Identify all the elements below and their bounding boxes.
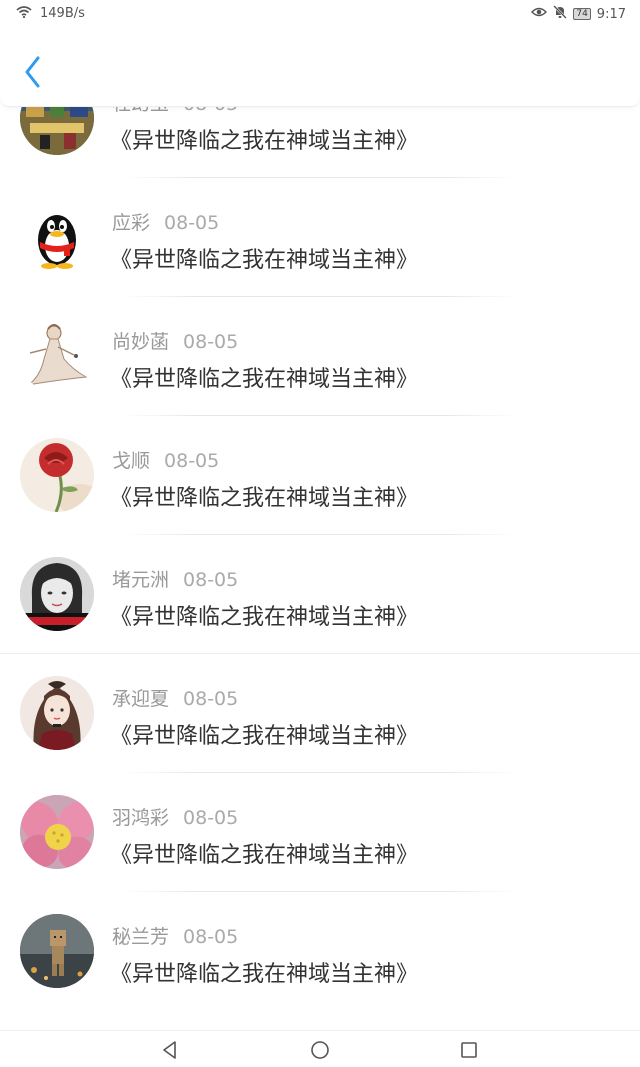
book-title[interactable]: 《异世降临之我在神域当主神》 bbox=[110, 837, 418, 869]
header bbox=[0, 28, 640, 107]
comment-date: 08-05 bbox=[183, 807, 239, 829]
user-name: 戈顺 bbox=[112, 450, 151, 472]
status-left: 149B/s bbox=[16, 5, 85, 22]
comment-date: 08-05 bbox=[164, 450, 220, 472]
avatar[interactable] bbox=[20, 795, 94, 869]
user-name: 羽鸿彩 bbox=[112, 807, 170, 829]
comment-meta: 戈顺 08-05 bbox=[112, 446, 219, 473]
comment-date: 08-05 bbox=[183, 331, 239, 353]
avatar[interactable] bbox=[20, 200, 94, 274]
comment-meta: 应彩 08-05 bbox=[112, 208, 219, 235]
book-title[interactable]: 《异世降临之我在神域当主神》 bbox=[110, 480, 418, 512]
list-item[interactable]: 应彩 08-05 《异世降临之我在神域当主神》 bbox=[0, 178, 640, 297]
user-name: 尚妙菡 bbox=[112, 331, 170, 353]
chevron-left-icon bbox=[25, 56, 40, 88]
comment-meta: 秘兰芳 08-05 bbox=[112, 922, 238, 949]
nav-back-button[interactable] bbox=[159, 1039, 181, 1061]
comment-meta: 承迎夏 08-05 bbox=[112, 684, 238, 711]
eye-icon bbox=[531, 6, 548, 22]
avatar[interactable] bbox=[20, 914, 94, 988]
network-speed: 149B/s bbox=[40, 6, 85, 21]
list-item[interactable]: 承迎夏 08-05 《异世降临之我在神域当主神》 bbox=[0, 654, 640, 773]
nav-recents-button[interactable] bbox=[458, 1039, 480, 1061]
battery-icon: 74 bbox=[573, 8, 591, 20]
nav-home-button[interactable] bbox=[309, 1039, 331, 1061]
nav-home-icon bbox=[311, 1041, 329, 1059]
status-right: 74 9:17 bbox=[531, 5, 626, 23]
comment-meta: 羽鸿彩 08-05 bbox=[112, 803, 238, 830]
user-name: 堵元洲 bbox=[112, 569, 170, 591]
nav-recents-icon bbox=[461, 1042, 477, 1058]
book-title[interactable]: 《异世降临之我在神域当主神》 bbox=[110, 361, 418, 393]
comment-meta: 堵元洲 08-05 bbox=[112, 565, 238, 592]
mute-icon bbox=[553, 5, 568, 23]
comment-meta: 尚妙菡 08-05 bbox=[112, 327, 238, 354]
comment-date: 08-05 bbox=[183, 926, 239, 948]
list-item[interactable]: 堵元洲 08-05 《异世降临之我在神域当主神》 bbox=[0, 535, 640, 654]
list-item[interactable]: 尚妙菡 08-05 《异世降临之我在神域当主神》 bbox=[0, 297, 640, 416]
back-button[interactable] bbox=[18, 52, 50, 92]
comment-list: 杜幻玉08-05 《异世降临之我在神域当主神》 bbox=[0, 81, 640, 1011]
avatar[interactable] bbox=[20, 438, 94, 512]
nav-back-icon bbox=[163, 1041, 176, 1059]
comment-date: 08-05 bbox=[164, 212, 220, 234]
user-name: 应彩 bbox=[112, 212, 151, 234]
comment-date: 08-05 bbox=[183, 688, 239, 710]
list-item[interactable]: 秘兰芳 08-05 《异世降临之我在神域当主神》 bbox=[0, 892, 640, 1011]
book-title[interactable]: 《异世降临之我在神域当主神》 bbox=[110, 599, 418, 631]
comment-date: 08-05 bbox=[183, 569, 239, 591]
book-title[interactable]: 《异世降临之我在神域当主神》 bbox=[110, 718, 418, 750]
avatar[interactable] bbox=[20, 319, 94, 393]
status-time: 9:17 bbox=[596, 6, 626, 22]
book-title[interactable]: 《异世降临之我在神域当主神》 bbox=[110, 242, 418, 274]
status-bar: 149B/s 74 9:17 bbox=[0, 0, 640, 28]
list-item[interactable]: 羽鸿彩 08-05 《异世降临之我在神域当主神》 bbox=[0, 773, 640, 892]
book-title[interactable]: 《异世降临之我在神域当主神》 bbox=[110, 123, 418, 155]
screen: 149B/s 74 9:17 《异世降临之我在神域当主神》 应彩 08-05 《… bbox=[0, 0, 640, 1067]
user-name: 秘兰芳 bbox=[112, 926, 170, 948]
avatar[interactable] bbox=[20, 676, 94, 750]
system-nav-bar bbox=[0, 1030, 640, 1067]
avatar[interactable] bbox=[20, 557, 94, 631]
user-name: 承迎夏 bbox=[112, 688, 170, 710]
wifi-icon bbox=[16, 5, 32, 22]
list-item[interactable]: 戈顺 08-05 《异世降临之我在神域当主神》 bbox=[0, 416, 640, 535]
book-title[interactable]: 《异世降临之我在神域当主神》 bbox=[110, 956, 418, 988]
